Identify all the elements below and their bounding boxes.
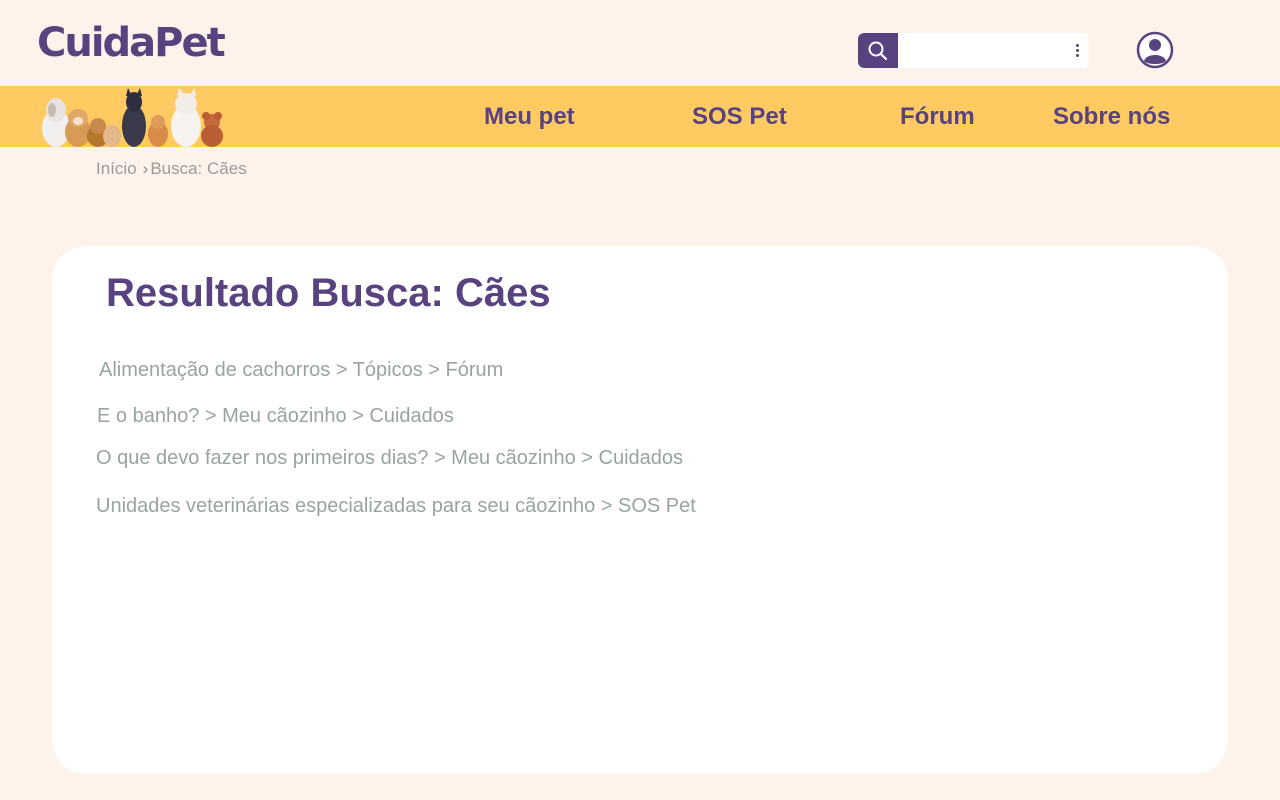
page-title: Resultado Busca: Cães xyxy=(106,271,551,315)
breadcrumb-home[interactable]: Início xyxy=(96,159,137,178)
search-result-item[interactable]: Alimentação de cachorros > Tópicos > Fór… xyxy=(99,359,503,382)
search-icon xyxy=(868,41,888,61)
search-result-item[interactable]: E o banho? > Meu cãozinho > Cuidados xyxy=(97,405,454,428)
header: CuidaPet xyxy=(0,0,1280,86)
nav-meu-pet[interactable]: Meu pet xyxy=(484,86,575,147)
nav-forum[interactable]: Fórum xyxy=(900,86,975,147)
search-input[interactable] xyxy=(902,36,1076,66)
search-result-item[interactable]: O que devo fazer nos primeiros dias? > M… xyxy=(96,447,683,470)
search-button[interactable] xyxy=(858,33,898,68)
nav-sos-pet[interactable]: SOS Pet xyxy=(692,86,787,147)
navbar: Meu pet SOS Pet Fórum Sobre nós xyxy=(0,86,1280,147)
more-vertical-icon[interactable] xyxy=(1075,44,1081,58)
breadcrumb-separator: › xyxy=(142,159,149,178)
search-box xyxy=(858,33,1089,68)
nav-sobre-nos[interactable]: Sobre nós xyxy=(1053,86,1170,147)
breadcrumb: Início › Busca: Cães xyxy=(96,159,247,179)
search-result-item[interactable]: Unidades veterinárias especializadas par… xyxy=(96,495,696,518)
user-profile-icon[interactable] xyxy=(1136,31,1174,69)
breadcrumb-current: Busca: Cães xyxy=(150,159,247,178)
results-card: Resultado Busca: Cães Alimentação de cac… xyxy=(52,246,1228,774)
logo[interactable]: CuidaPet xyxy=(37,20,226,66)
dogs-illustration xyxy=(42,88,223,147)
